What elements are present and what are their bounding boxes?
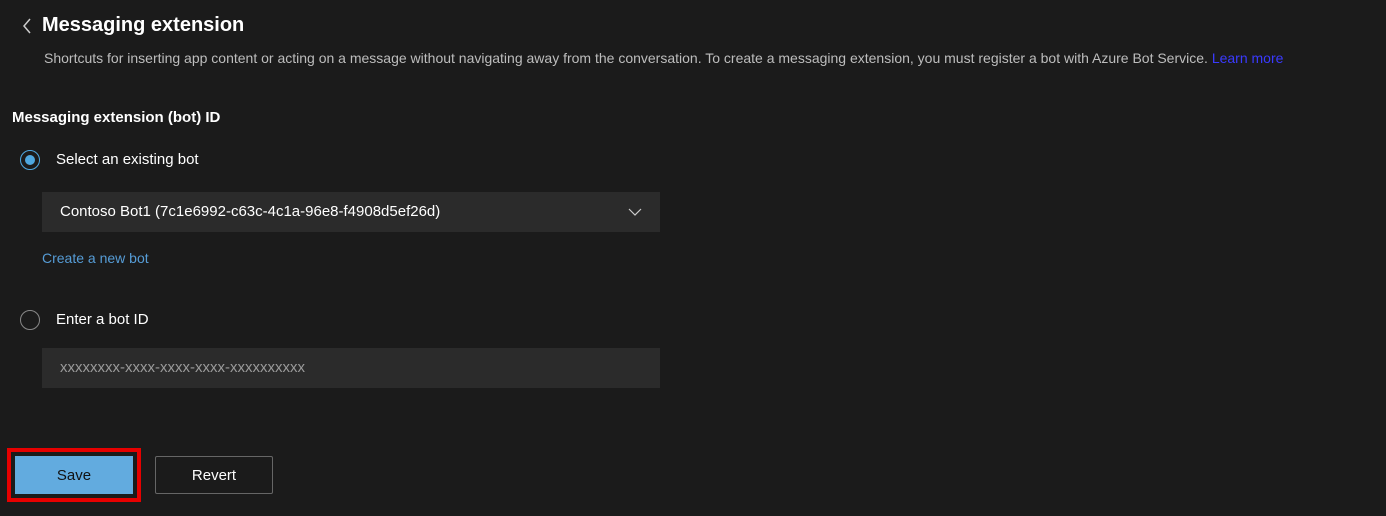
back-icon[interactable] — [22, 18, 32, 34]
create-new-bot-link[interactable]: Create a new bot — [42, 250, 149, 266]
save-button-highlight: Save — [7, 448, 141, 502]
chevron-down-icon — [628, 208, 642, 216]
save-button[interactable]: Save — [15, 456, 133, 494]
bot-id-input[interactable] — [42, 348, 660, 388]
radio-existing-bot[interactable] — [20, 150, 40, 170]
page-description: Shortcuts for inserting app content or a… — [0, 49, 1386, 69]
radio-enter-bot-id-label: Enter a bot ID — [56, 311, 149, 328]
section-label: Messaging extension (bot) ID — [0, 109, 1386, 126]
radio-enter-bot-id[interactable] — [20, 310, 40, 330]
description-text: Shortcuts for inserting app content or a… — [44, 50, 1208, 66]
existing-bot-dropdown[interactable]: Contoso Bot1 (7c1e6992-c63c-4c1a-96e8-f4… — [42, 192, 660, 232]
learn-more-link[interactable]: Learn more — [1212, 50, 1284, 66]
radio-existing-bot-label: Select an existing bot — [56, 151, 199, 168]
revert-button[interactable]: Revert — [155, 456, 273, 494]
dropdown-selected-value: Contoso Bot1 (7c1e6992-c63c-4c1a-96e8-f4… — [60, 203, 440, 220]
page-title: Messaging extension — [42, 14, 244, 37]
